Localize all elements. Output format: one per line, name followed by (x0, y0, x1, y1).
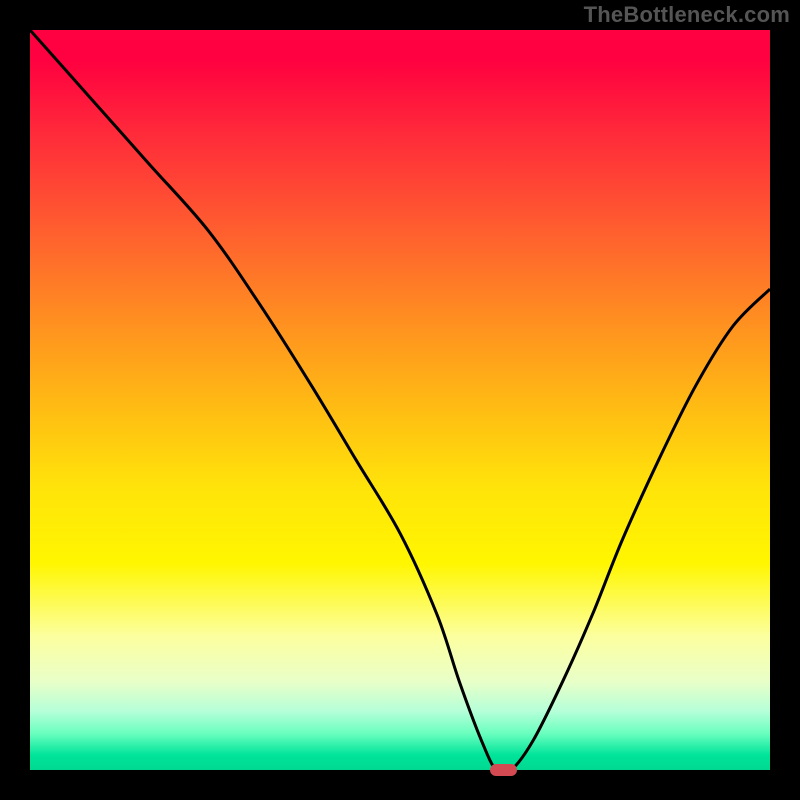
plot-area (30, 30, 770, 770)
chart-frame: TheBottleneck.com (0, 0, 800, 800)
optimal-marker (490, 764, 517, 776)
bottleneck-curve (30, 30, 770, 770)
watermark-text: TheBottleneck.com (584, 2, 790, 28)
